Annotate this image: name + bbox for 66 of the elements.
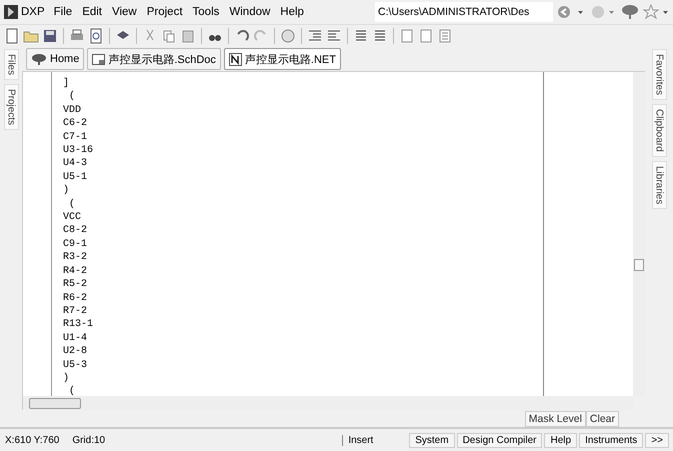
- menu-item[interactable]: Help: [275, 4, 309, 20]
- path-field[interactable]: C:\Users\ADMINISTRATOR\Des: [375, 2, 553, 22]
- coordinates-text: X:610 Y:760: [4, 434, 60, 446]
- code-line: ): [63, 184, 70, 198]
- menu-item[interactable]: Window: [224, 4, 276, 20]
- tree-icon[interactable]: [621, 4, 639, 20]
- menu-item[interactable]: Tools: [188, 4, 224, 20]
- document-tab[interactable]: 声控显示电路.NET: [224, 48, 341, 70]
- code-line: U3-16: [63, 144, 94, 158]
- panel-tab[interactable]: Favorites: [652, 49, 666, 100]
- code-line: U4-3: [63, 157, 88, 171]
- menu-item[interactable]: Project: [142, 4, 188, 20]
- code-line: C9-1: [63, 238, 88, 252]
- code-line: R7-2: [63, 304, 88, 318]
- list-icon[interactable]: [437, 28, 453, 44]
- code-line: U5-1: [63, 170, 88, 184]
- status-button[interactable]: Instruments: [579, 432, 644, 448]
- mask-button[interactable]: Clear: [586, 411, 619, 427]
- mode-text: Insert: [342, 434, 374, 446]
- code-line: R4-2: [63, 264, 88, 278]
- app-logo-icon: [4, 5, 18, 19]
- star-icon[interactable]: [643, 4, 669, 20]
- forward-icon[interactable]: [591, 5, 617, 19]
- new-page-icon[interactable]: [4, 28, 20, 44]
- panel-tab[interactable]: Clipboard: [652, 104, 666, 157]
- code-line: (: [68, 90, 76, 104]
- save-icon[interactable]: [42, 28, 58, 44]
- document-icon[interactable]: [399, 28, 415, 44]
- status-button[interactable]: >>: [645, 432, 669, 448]
- menu-item[interactable]: Edit: [77, 4, 108, 20]
- tree-icon: [31, 53, 47, 65]
- code-line: (: [68, 385, 76, 396]
- panel-tab[interactable]: Projects: [4, 84, 18, 130]
- copy-icon[interactable]: [161, 28, 177, 44]
- code-line: ): [63, 372, 70, 386]
- code-line: C6-2: [63, 117, 88, 131]
- code-line: C7-1: [63, 130, 88, 144]
- code-line: R5-2: [63, 278, 88, 292]
- code-line: R3-2: [63, 251, 88, 265]
- code-line: (: [68, 198, 76, 212]
- status-button[interactable]: Design Compiler: [456, 432, 542, 448]
- app-menu[interactable]: DXP: [21, 6, 45, 18]
- panel-tab[interactable]: Libraries: [652, 160, 666, 210]
- print-preview-icon[interactable]: [88, 28, 104, 44]
- status-button[interactable]: System: [409, 432, 455, 448]
- status-button[interactable]: Help: [544, 432, 578, 448]
- code-line: U5-3: [63, 358, 88, 372]
- mask-button[interactable]: Mask Level: [524, 411, 586, 427]
- code-line: C8-2: [63, 224, 88, 238]
- code-line: U2-8: [63, 345, 88, 359]
- code-line: VDD: [63, 104, 82, 118]
- code-line: R6-2: [63, 292, 88, 305]
- netlist-file-icon: [228, 52, 242, 66]
- menu-item[interactable]: View: [107, 4, 142, 20]
- code-line: U1-4: [63, 332, 88, 346]
- document-icon[interactable]: [418, 28, 434, 44]
- panel-tab[interactable]: Files: [4, 49, 18, 80]
- document-tab[interactable]: 声控显示电路.SchDoc: [87, 48, 221, 70]
- menu-item[interactable]: File: [48, 4, 78, 20]
- window-icon: [92, 54, 106, 64]
- paste-icon[interactable]: [180, 28, 196, 44]
- grid-text: Grid:10: [71, 434, 106, 446]
- code-line: R13-1: [63, 318, 94, 332]
- code-line: VCC: [63, 211, 82, 224]
- document-tab[interactable]: Home: [26, 48, 84, 70]
- code-line: ]: [63, 77, 70, 90]
